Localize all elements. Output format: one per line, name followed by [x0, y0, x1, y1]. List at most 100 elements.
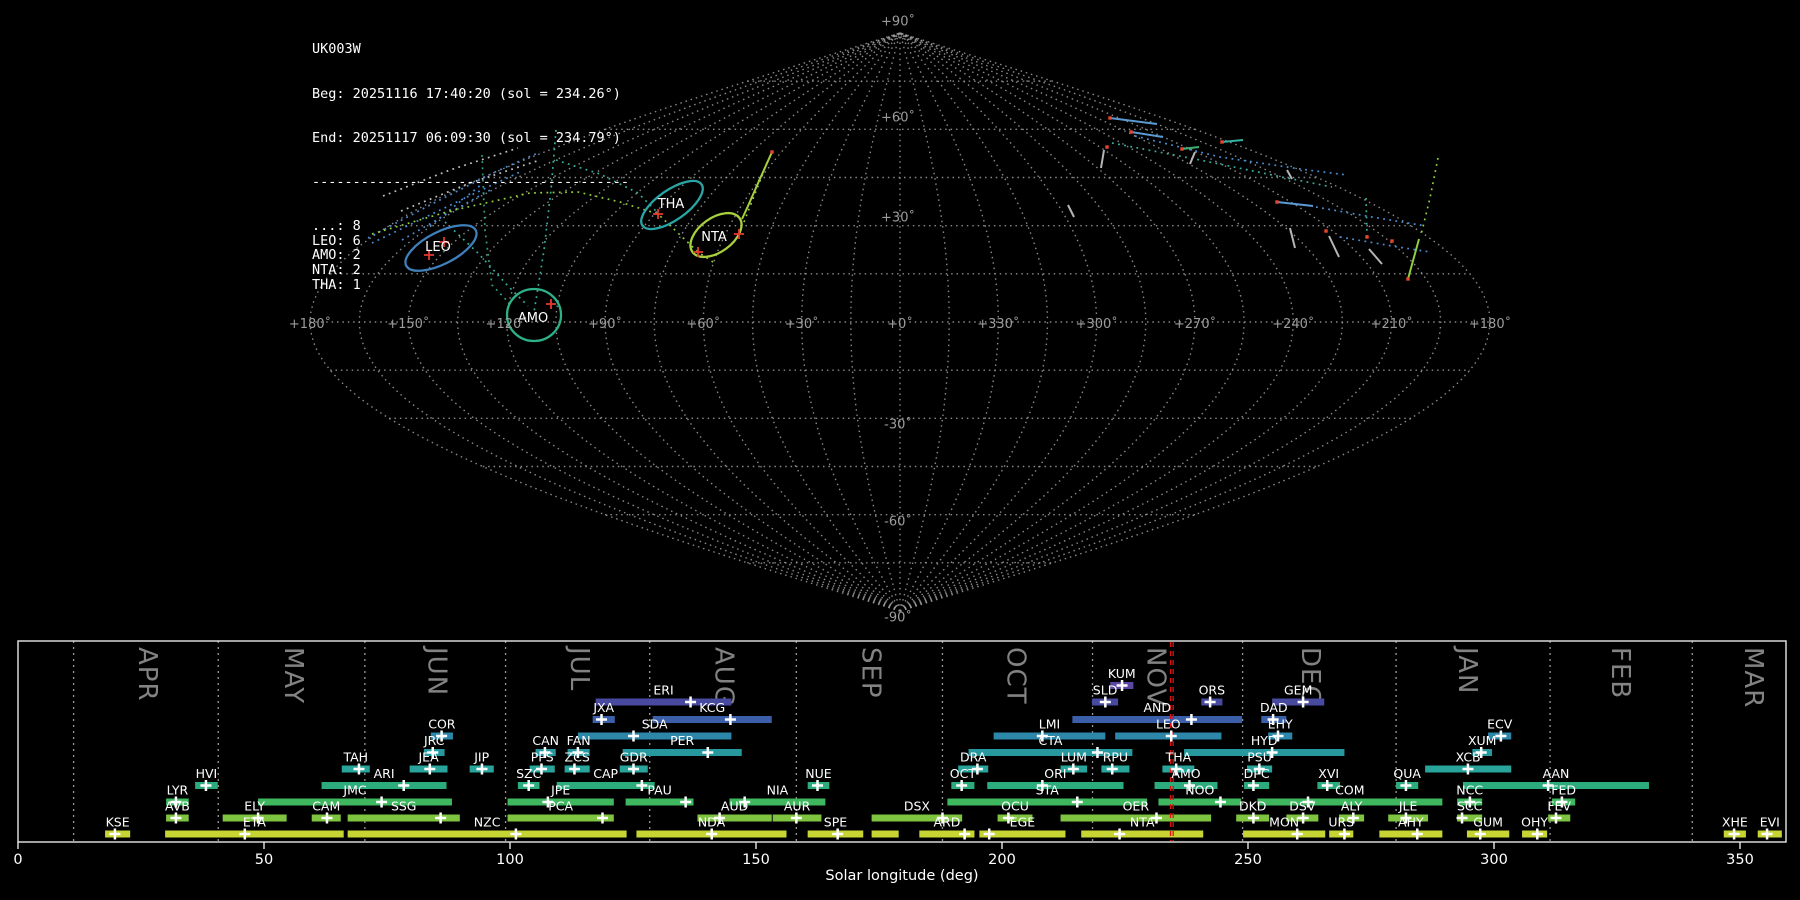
- shower-code-label: HVI: [196, 766, 218, 781]
- shower-code-label: LMI: [1039, 717, 1060, 732]
- count-line: THA: 1: [312, 276, 361, 293]
- shower-code-label: ALY: [1341, 799, 1363, 814]
- month-label: MAY: [278, 647, 308, 704]
- meteor-plot-page: LEO AMO THA NTA +180˚ +150˚ +120˚ +90˚ +60˚ +30˚…: [0, 0, 1800, 900]
- shower-code-label: AND: [1143, 700, 1171, 715]
- meteor-trail-segment: [741, 151, 773, 220]
- peak-marker: [1297, 812, 1309, 824]
- count-line: NTA: 2: [312, 261, 361, 278]
- map-latitude-label: +30˚: [881, 210, 915, 226]
- peak-marker: [596, 812, 608, 824]
- peak-marker: [476, 763, 488, 775]
- shower-bar-eta: [165, 830, 344, 838]
- shower-code-label: KUM: [1108, 666, 1136, 681]
- peak-marker: [1550, 812, 1562, 824]
- peak-marker: [200, 780, 212, 791]
- shower-code-label: SDA: [642, 717, 668, 732]
- shower-code-label: ELY: [244, 799, 265, 814]
- meteor-trail-segment: [1189, 151, 1196, 165]
- peak-marker: [1531, 828, 1543, 840]
- shower-count-list: ...: 8 LEO: 6 AMO: 2 NTA: 2 THA: 1: [312, 219, 629, 293]
- timeline-peak-markers-and-labels: KSE ETA NZC NDA SPE ARD EGE NTA MON URS AHY GUM OHY X…: [106, 666, 1780, 840]
- peak-marker: [1761, 828, 1773, 840]
- shower-code-label: OCU: [1001, 799, 1029, 814]
- shower-code-label: THA: [1165, 750, 1192, 765]
- shower-code-label: ORI: [1044, 766, 1066, 781]
- shower-code-label: OER: [1123, 799, 1150, 814]
- shower-code-label: JIP: [473, 750, 489, 765]
- peak-marker: [424, 763, 436, 775]
- count-line: LEO: 6: [312, 232, 361, 249]
- peak-marker: [1474, 828, 1486, 840]
- map-longitude-label: +270˚: [1174, 316, 1216, 332]
- peak-marker: [1071, 796, 1083, 808]
- peak-marker: [109, 828, 121, 840]
- meteor-end-dot: [1105, 145, 1109, 149]
- map-latitude-label: +60˚: [881, 110, 915, 126]
- peak-marker: [435, 812, 447, 824]
- peak-marker: [1247, 812, 1259, 824]
- peak-marker: [1106, 763, 1118, 775]
- shower-code-label: PER: [670, 733, 694, 748]
- map-longitude-label: +180˚: [1469, 316, 1511, 332]
- peak-marker: [523, 780, 535, 791]
- meteor-end-dot: [1390, 239, 1394, 243]
- meteor-end-dot: [1324, 229, 1328, 233]
- month-label: NOV: [1141, 647, 1171, 707]
- peak-marker: [1338, 828, 1350, 840]
- shower-code-label: ECV: [1487, 717, 1513, 732]
- map-longitude-label: +300˚: [1076, 316, 1118, 332]
- shower-code-label: XVI: [1318, 766, 1339, 781]
- axis-tick-label: 350: [1726, 852, 1754, 868]
- shower-code-label: QUA: [1393, 766, 1421, 781]
- month-label: MAR: [1738, 647, 1768, 708]
- shower-code-label: DAD: [1260, 700, 1288, 715]
- shower-code-label: SSG: [391, 799, 417, 814]
- peak-marker: [1116, 680, 1128, 691]
- map-latitude-label: +90˚: [881, 14, 915, 30]
- radiant-label: THA: [657, 197, 685, 212]
- shower-bar-ari: [321, 782, 447, 789]
- shower-code-label: ERI: [653, 683, 673, 698]
- shower-code-label: JMC: [342, 783, 366, 798]
- shower-code-label: GDR: [620, 750, 648, 765]
- shower-code-label: PAU: [647, 783, 671, 798]
- shower-code-label: LYR: [167, 783, 189, 798]
- shower-code-label: JXA: [592, 700, 614, 715]
- peak-marker: [983, 828, 995, 840]
- shower-code-label: NIA: [767, 783, 789, 798]
- x-axis-title: Solar longitude (deg): [825, 868, 978, 884]
- month-label: JUL: [564, 645, 594, 691]
- shower-code-label: RPU: [1103, 750, 1128, 765]
- shower-code-label: AUR: [784, 799, 811, 814]
- shower-code-label: AAN: [1543, 766, 1570, 781]
- peak-marker: [1728, 828, 1740, 840]
- shower-code-label: COM: [1335, 783, 1364, 798]
- meteor-end-dot: [1365, 235, 1369, 239]
- peak-marker: [1114, 828, 1126, 840]
- peak-marker: [568, 763, 580, 775]
- axis-tick-label: 250: [1234, 852, 1262, 868]
- shower-bar-gum: [1466, 830, 1510, 838]
- peak-marker: [1091, 747, 1103, 758]
- meteor-trail-segment: [1328, 235, 1340, 258]
- shower-bar-sda: [577, 732, 732, 740]
- meteor-end-dot: [1180, 147, 1184, 151]
- axis-tick-label: 150: [742, 852, 770, 868]
- peak-marker: [706, 828, 718, 840]
- peak-marker: [239, 828, 251, 840]
- shower-code-label: JLE: [1398, 799, 1418, 814]
- obs-end: End: 20251117 06:09:30 (sol = 234.79°): [312, 129, 621, 146]
- shower-code-label: KSE: [106, 815, 130, 830]
- peak-marker: [702, 747, 714, 758]
- shower-code-label: CAM: [312, 799, 340, 814]
- shower-code-label: MON: [1269, 815, 1299, 830]
- shower-code-label: LEO: [1156, 717, 1181, 732]
- map-longitude-label: +210˚: [1371, 316, 1413, 332]
- peak-marker: [1214, 796, 1226, 808]
- peak-marker: [1495, 730, 1507, 742]
- peak-marker: [1185, 714, 1197, 725]
- meteor-trail-segment: [1100, 149, 1105, 169]
- meteor-end-dot: [1220, 140, 1224, 144]
- peak-marker: [1321, 780, 1333, 791]
